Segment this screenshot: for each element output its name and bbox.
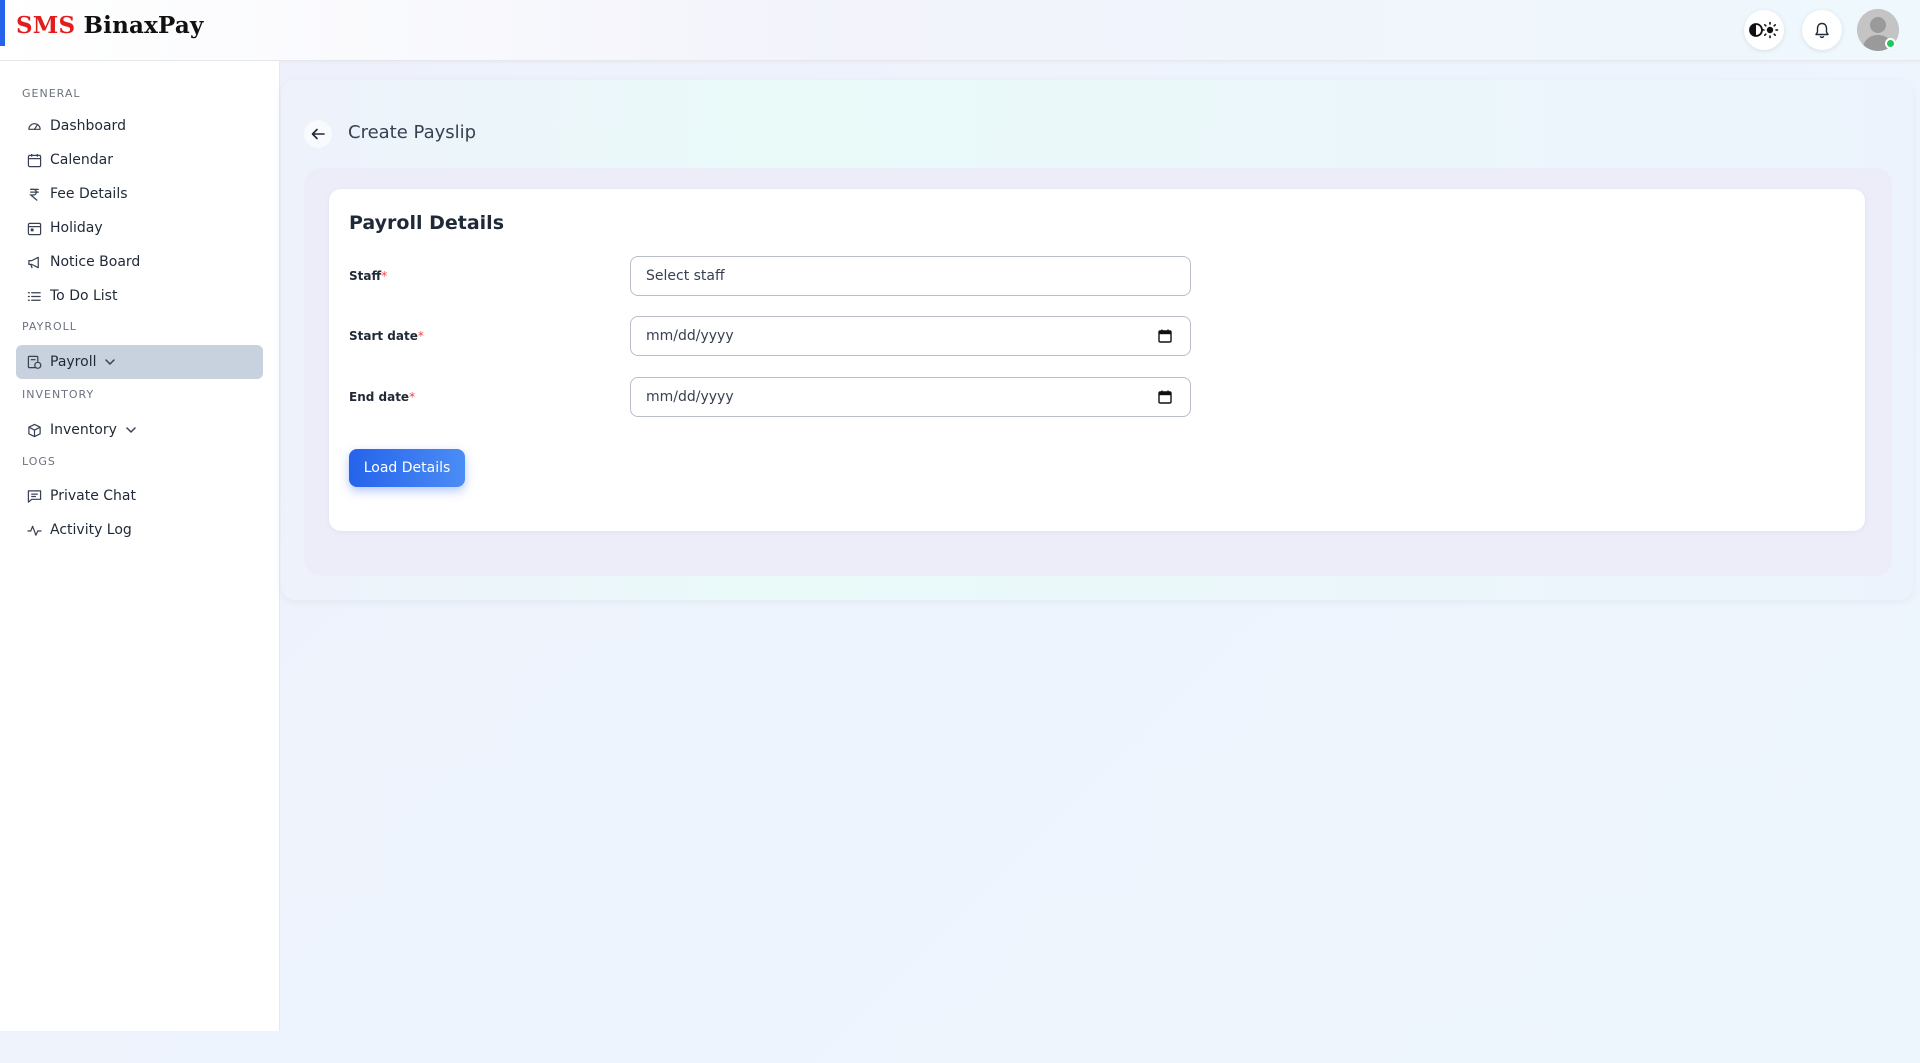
sidebar-item-label: Notice Board <box>50 254 141 270</box>
end-date-input[interactable]: mm/dd/yyyy <box>630 377 1191 417</box>
gauge-icon <box>26 118 42 134</box>
required-mark: * <box>417 329 424 343</box>
sidebar-item-label: Holiday <box>50 220 103 236</box>
page-title: Create Payslip <box>348 122 477 143</box>
calendar-picker-icon[interactable] <box>1158 329 1172 347</box>
start-date-label: Start date* <box>349 329 424 343</box>
start-date-label-text: Start date <box>349 329 418 343</box>
end-date-label: End date* <box>349 390 415 404</box>
sidebar: GENERAL Dashboard Calendar Fee Details H… <box>0 61 280 1031</box>
calendar-picker-icon[interactable] <box>1158 390 1172 408</box>
sidebar-item-label: Private Chat <box>50 488 136 504</box>
required-mark: * <box>381 269 388 283</box>
sidebar-item-label: Fee Details <box>50 186 128 202</box>
sidebar-item-label: Dashboard <box>50 118 126 134</box>
contrast-sun-icon <box>1749 21 1779 39</box>
brand-logo[interactable]: SMS BinaxPay <box>16 12 204 39</box>
sidebar-item-activity-log[interactable]: Activity Log <box>16 513 263 547</box>
staff-placeholder: Select staff <box>646 268 725 284</box>
end-date-placeholder: mm/dd/yyyy <box>646 389 734 405</box>
brand-name: BinaxPay <box>83 12 204 39</box>
online-status-dot <box>1885 38 1896 49</box>
list-icon <box>26 288 42 304</box>
section-inventory: INVENTORY <box>22 388 95 401</box>
sidebar-item-notice-board[interactable]: Notice Board <box>16 245 263 279</box>
brand-accent-bar <box>0 0 5 46</box>
top-header: SMS BinaxPay <box>0 0 1920 61</box>
staff-label-text: Staff <box>349 269 382 283</box>
brand-prefix: SMS <box>16 12 76 39</box>
sidebar-item-fee-details[interactable]: Fee Details <box>16 177 263 211</box>
chevron-down-icon <box>125 426 137 434</box>
section-payroll: PAYROLL <box>22 320 77 333</box>
sidebar-item-payroll[interactable]: Payroll <box>16 345 263 379</box>
card-title: Payroll Details <box>349 212 504 234</box>
section-logs: LOGS <box>22 455 56 468</box>
start-date-input[interactable]: mm/dd/yyyy <box>630 316 1191 356</box>
sidebar-item-inventory[interactable]: Inventory <box>16 413 263 447</box>
sidebar-item-label: Payroll <box>50 354 97 370</box>
required-mark: * <box>409 390 416 404</box>
sidebar-item-label: To Do List <box>50 288 118 304</box>
section-general: GENERAL <box>22 87 81 100</box>
sidebar-item-dashboard[interactable]: Dashboard <box>16 109 263 143</box>
load-details-button[interactable]: Load Details <box>349 449 465 487</box>
start-date-placeholder: mm/dd/yyyy <box>646 328 734 344</box>
calendar-icon <box>26 152 42 168</box>
theme-toggle-button[interactable] <box>1744 10 1784 50</box>
rupee-icon <box>26 186 42 202</box>
box-icon <box>26 422 42 438</box>
arrow-left-icon <box>311 128 325 140</box>
receipt-refresh-icon <box>26 354 42 370</box>
sidebar-item-label: Calendar <box>50 152 113 168</box>
calendar-event-icon <box>26 220 42 236</box>
staff-select[interactable]: Select staff <box>630 256 1191 296</box>
end-date-label-text: End date <box>349 390 410 404</box>
sidebar-item-private-chat[interactable]: Private Chat <box>16 479 263 513</box>
payroll-details-card <box>329 189 1865 531</box>
sidebar-item-label: Activity Log <box>50 522 132 538</box>
notifications-button[interactable] <box>1802 10 1842 50</box>
sidebar-item-holiday[interactable]: Holiday <box>16 211 263 245</box>
megaphone-icon <box>26 254 42 270</box>
staff-label: Staff* <box>349 269 387 283</box>
chevron-down-icon <box>104 358 116 366</box>
chat-icon <box>26 488 42 504</box>
bell-icon <box>1815 22 1829 38</box>
sidebar-item-calendar[interactable]: Calendar <box>16 143 263 177</box>
back-button[interactable] <box>304 120 332 148</box>
sidebar-item-label: Inventory <box>50 422 117 438</box>
activity-icon <box>26 522 42 538</box>
sidebar-item-todo-list[interactable]: To Do List <box>16 279 263 313</box>
